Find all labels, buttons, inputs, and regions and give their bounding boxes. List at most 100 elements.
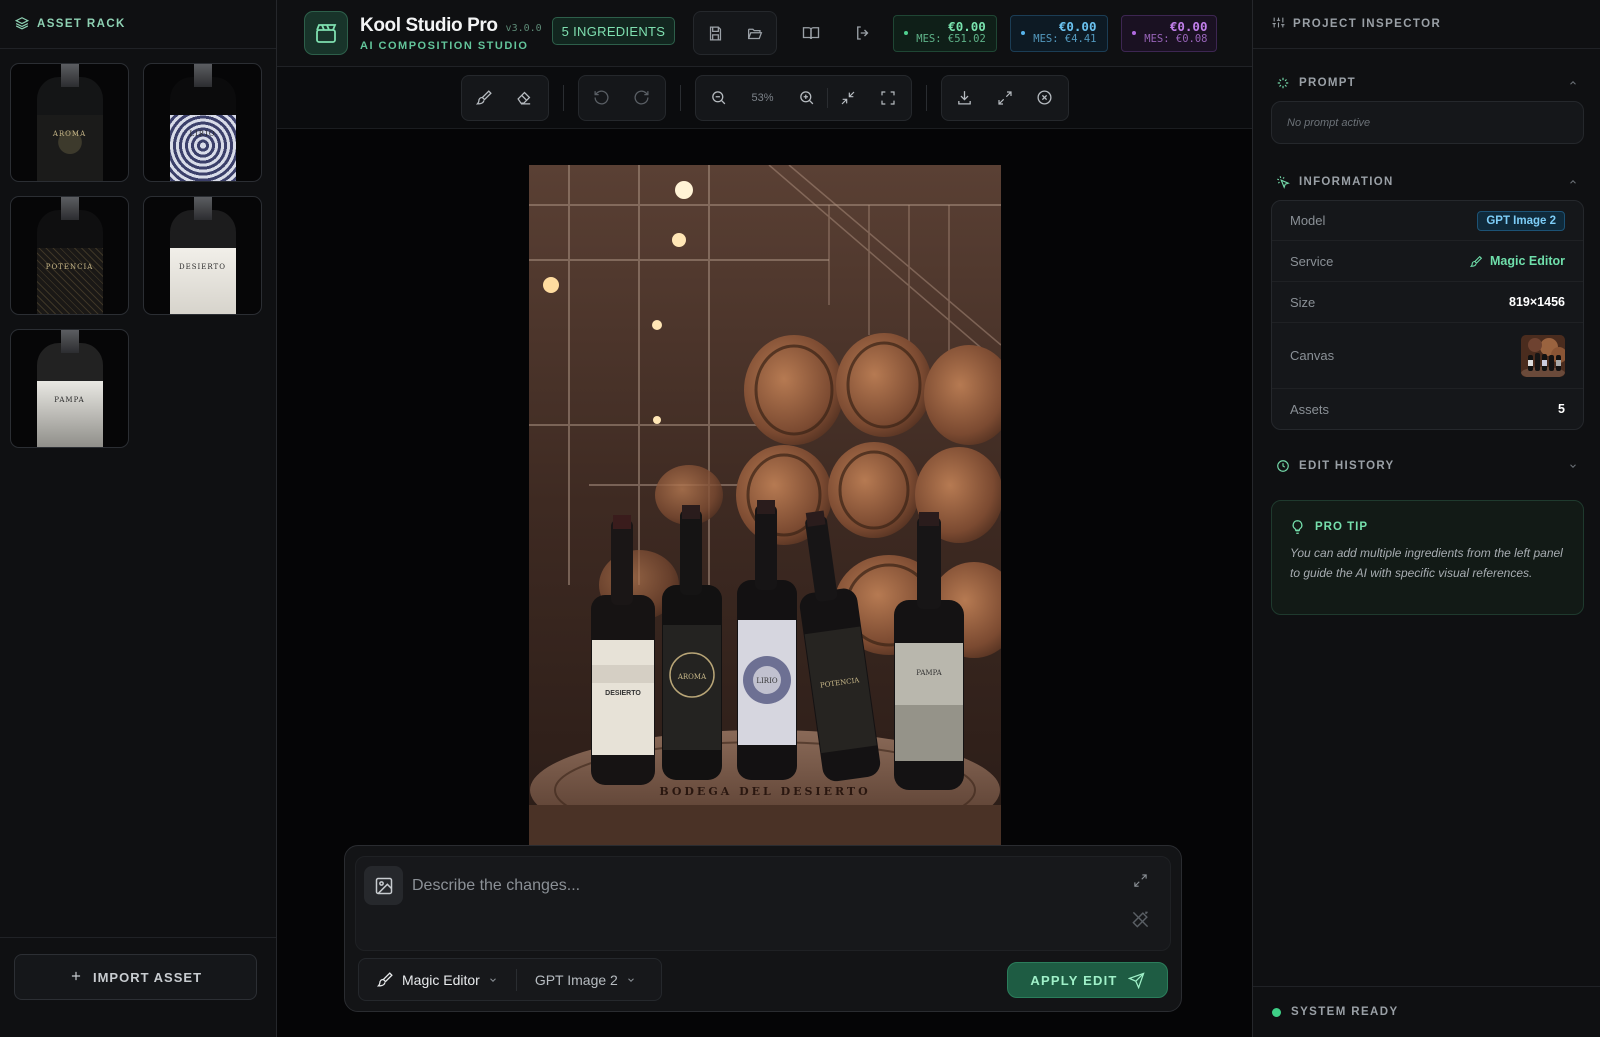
asset-thumb-label: PAMPA bbox=[54, 396, 85, 404]
file-actions bbox=[693, 11, 778, 55]
asset-thumb-label: POTENCIA bbox=[45, 263, 94, 271]
chevron-down-icon bbox=[627, 977, 634, 982]
brand: Kool Studio Pro v3.0.0 AI COMPOSITION ST… bbox=[360, 15, 542, 52]
undo-icon bbox=[594, 90, 609, 105]
edit-prompt-input[interactable] bbox=[412, 877, 1052, 895]
top-bar: Kool Studio Pro v3.0.0 AI COMPOSITION ST… bbox=[277, 0, 1252, 67]
send-icon bbox=[1127, 971, 1145, 989]
fit-screen-button[interactable] bbox=[868, 78, 908, 118]
zoom-out-button[interactable] bbox=[699, 78, 739, 118]
system-status-text: SYSTEM READY bbox=[1291, 1006, 1399, 1018]
service-select[interactable]: Magic Editor bbox=[359, 971, 516, 988]
cost-monthly: MES: €51.02 bbox=[916, 33, 986, 45]
prompt-section-toggle[interactable]: PROMPT bbox=[1253, 73, 1600, 93]
pro-tip-text: You can add multiple ingredients from th… bbox=[1290, 546, 1563, 580]
fullscreen-icon bbox=[880, 90, 895, 105]
status-dot bbox=[1132, 31, 1137, 35]
service-select-label: Magic Editor bbox=[402, 971, 480, 988]
enhance-prompt-button[interactable] bbox=[1131, 910, 1150, 934]
asset-thumb[interactable]: DESIERTO bbox=[143, 196, 262, 315]
status-dot bbox=[904, 31, 909, 35]
eraser-tool-button[interactable] bbox=[505, 78, 545, 118]
expand-button[interactable] bbox=[985, 78, 1025, 118]
bottle-label: PAMPA bbox=[916, 669, 942, 677]
zoom-in-icon bbox=[800, 91, 814, 105]
project-inspector-panel: PROJECT INSPECTOR PROMPT No prompt activ… bbox=[1252, 0, 1600, 1037]
canvas-image[interactable]: BODEGA DEL DESIERTO DESIERTO AROMA LIRIO… bbox=[529, 165, 1001, 845]
edit-history-section-title: EDIT HISTORY bbox=[1299, 460, 1395, 472]
model-badge: GPT Image 2 bbox=[1477, 210, 1565, 231]
expand-icon bbox=[1134, 874, 1147, 887]
asset-grid: AROMA LIRIO POTENCIA DESIERTO PAMPA bbox=[0, 49, 276, 462]
edit-prompt-panel: Magic Editor GPT Image 2 APPLY EDIT bbox=[344, 845, 1182, 1012]
guide-button[interactable] bbox=[791, 13, 831, 53]
expand-icon bbox=[997, 90, 1012, 105]
info-row-assets: Assets 5 bbox=[1272, 389, 1583, 429]
app-title: Kool Studio Pro bbox=[360, 14, 498, 36]
barrel-brand-text: BODEGA DEL DESIERTO bbox=[659, 785, 870, 798]
chevron-down-icon bbox=[1570, 464, 1576, 468]
import-asset-button[interactable]: IMPORT ASSET bbox=[14, 954, 257, 1000]
info-key: Assets bbox=[1290, 401, 1330, 417]
size-value: 819×1456 bbox=[1509, 295, 1565, 309]
asset-thumb[interactable]: AROMA bbox=[10, 63, 129, 182]
brush-icon bbox=[476, 90, 492, 105]
close-canvas-button[interactable] bbox=[1025, 78, 1065, 118]
information-card: Model GPT Image 2 Service Magic Editor S… bbox=[1271, 200, 1584, 430]
download-button[interactable] bbox=[945, 78, 985, 118]
zoom-out-icon bbox=[712, 91, 726, 105]
attach-image-button[interactable] bbox=[364, 866, 403, 905]
model-select-label: GPT Image 2 bbox=[534, 971, 618, 988]
bottle-label: LIRIO bbox=[756, 677, 777, 685]
apply-edit-button[interactable]: APPLY EDIT bbox=[1007, 962, 1168, 998]
eraser-icon bbox=[517, 91, 531, 105]
pro-tip-card: PRO TIP You can add multiple ingredients… bbox=[1271, 500, 1584, 615]
brush-tag-icon bbox=[1469, 255, 1483, 267]
lightbulb-icon bbox=[1292, 520, 1303, 534]
cost-counter: €0.00 MES: €51.02 bbox=[893, 14, 998, 52]
information-section-title: INFORMATION bbox=[1299, 176, 1394, 188]
info-key: Canvas bbox=[1290, 348, 1335, 363]
open-folder-button[interactable] bbox=[735, 13, 775, 53]
shrink-button[interactable] bbox=[828, 78, 868, 118]
download-icon bbox=[958, 91, 971, 105]
brush-tool-button[interactable] bbox=[465, 78, 505, 118]
apply-edit-label: APPLY EDIT bbox=[1030, 972, 1118, 988]
canvas-thumbnail[interactable] bbox=[1521, 334, 1565, 377]
ingredients-badge: 5 INGREDIENTS bbox=[551, 17, 676, 45]
sliders-icon bbox=[1272, 16, 1285, 32]
info-row-canvas: Canvas bbox=[1272, 323, 1583, 389]
model-select[interactable]: GPT Image 2 bbox=[517, 972, 654, 988]
cost-counter: €0.00 MES: €0.08 bbox=[1121, 14, 1218, 52]
asset-thumb-label: AROMA bbox=[52, 130, 87, 138]
zoom-in-button[interactable] bbox=[787, 78, 827, 118]
divider bbox=[0, 937, 276, 938]
asset-rack-panel: ASSET RACK AROMA LIRIO POTENCIA DESIERTO… bbox=[0, 0, 277, 1037]
asset-thumb[interactable]: POTENCIA bbox=[10, 196, 129, 315]
chevron-down-icon bbox=[489, 977, 496, 982]
expand-prompt-button[interactable] bbox=[1133, 873, 1148, 893]
service-value: Magic Editor bbox=[1489, 254, 1565, 268]
info-key: Model bbox=[1290, 213, 1326, 228]
asset-thumb[interactable]: LIRIO bbox=[143, 63, 262, 182]
zoom-tools: 53% bbox=[694, 74, 912, 121]
status-indicator-dot bbox=[1272, 1007, 1281, 1017]
info-key: Size bbox=[1290, 294, 1316, 310]
asset-rack-header: ASSET RACK bbox=[0, 0, 276, 49]
layers-icon bbox=[14, 16, 30, 33]
save-button[interactable] bbox=[695, 13, 735, 53]
redo-button[interactable] bbox=[622, 78, 662, 118]
redo-icon bbox=[634, 90, 649, 105]
asset-thumb[interactable]: PAMPA bbox=[10, 329, 129, 448]
logout-icon bbox=[857, 26, 869, 40]
asset-thumb-label: LIRIO bbox=[189, 130, 216, 138]
undo-button[interactable] bbox=[582, 78, 622, 118]
clapperboard-icon bbox=[304, 11, 348, 55]
image-icon bbox=[375, 877, 392, 894]
asset-rack-title: ASSET RACK bbox=[37, 18, 126, 30]
information-section-toggle[interactable]: INFORMATION bbox=[1253, 172, 1600, 192]
logout-button[interactable] bbox=[843, 13, 883, 53]
active-prompt-display: No prompt active bbox=[1271, 101, 1584, 144]
edit-history-section-toggle[interactable]: EDIT HISTORY bbox=[1253, 456, 1600, 476]
cost-counter: €0.00 MES: €4.41 bbox=[1010, 14, 1109, 52]
